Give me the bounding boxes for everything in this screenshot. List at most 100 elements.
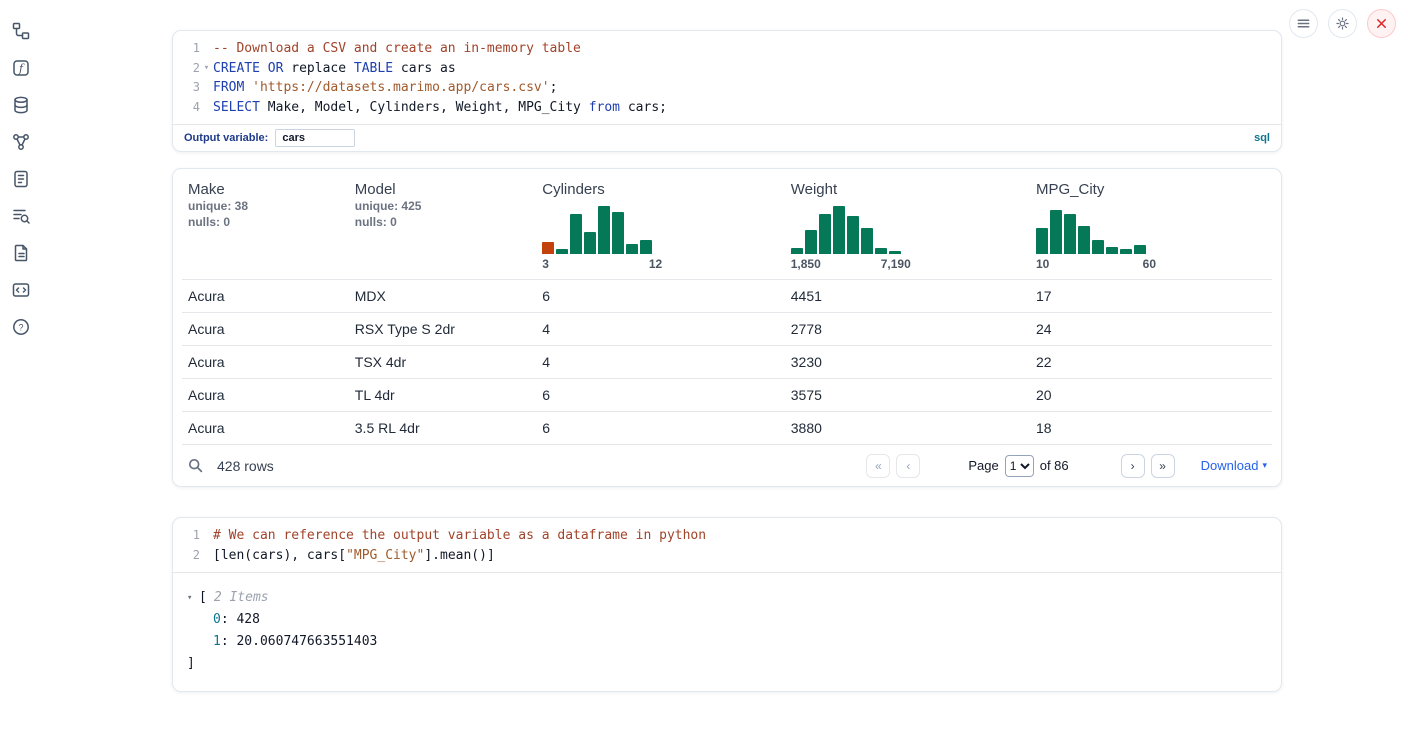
code-line[interactable]: 3FROM 'https://datasets.marimo.app/cars.… bbox=[173, 78, 1281, 98]
histogram-max-label: 12 bbox=[649, 257, 662, 271]
table-panel: Makeunique: 38nulls: 0Modelunique: 425nu… bbox=[172, 168, 1282, 487]
database-icon[interactable] bbox=[10, 94, 32, 116]
fold-marker[interactable]: ▾ bbox=[200, 59, 213, 79]
code-text: [len(cars), cars["MPG_City"].mean()] bbox=[213, 546, 495, 566]
histogram-bar[interactable] bbox=[626, 244, 638, 254]
column-name: Make bbox=[188, 181, 343, 198]
language-badge: sql bbox=[1254, 132, 1270, 144]
of-label: of 86 bbox=[1040, 458, 1069, 473]
code-line[interactable]: 2[len(cars), cars["MPG_City"].mean()] bbox=[173, 546, 1281, 566]
table-cell: 2778 bbox=[785, 313, 1030, 346]
table-row[interactable]: Acura3.5 RL 4dr6388018 bbox=[182, 412, 1272, 445]
histogram-bar[interactable] bbox=[889, 251, 901, 254]
histogram-bar[interactable] bbox=[1106, 247, 1118, 254]
histogram-bar[interactable] bbox=[1036, 228, 1048, 254]
collapse-icon[interactable]: ▾ bbox=[187, 587, 199, 609]
column-name: Model bbox=[355, 181, 530, 198]
table-cell: TSX 4dr bbox=[349, 346, 536, 379]
column-header[interactable]: Makeunique: 38nulls: 0 bbox=[182, 169, 349, 280]
table-cell: 17 bbox=[1030, 280, 1272, 313]
column-name: MPG_City bbox=[1036, 181, 1266, 198]
line-number: 1 bbox=[173, 526, 213, 546]
close-button[interactable] bbox=[1367, 9, 1396, 38]
histogram-bar[interactable] bbox=[1050, 210, 1062, 254]
scratchpad-icon[interactable] bbox=[10, 168, 32, 190]
histogram-bar[interactable] bbox=[833, 206, 845, 254]
histogram-bar[interactable] bbox=[1120, 249, 1132, 254]
histogram-bar[interactable] bbox=[861, 228, 873, 254]
histogram-bar[interactable] bbox=[1078, 226, 1090, 254]
table-cell: 22 bbox=[1030, 346, 1272, 379]
histogram-min-label: 10 bbox=[1036, 257, 1049, 271]
histogram-bar[interactable] bbox=[598, 206, 610, 254]
histogram-bar[interactable] bbox=[791, 248, 803, 254]
column-header[interactable]: Cylinders 312 bbox=[536, 169, 785, 280]
functions-icon[interactable]: f bbox=[10, 57, 32, 79]
table-row[interactable]: AcuraMDX6445117 bbox=[182, 280, 1272, 313]
prev-page-button[interactable]: ‹ bbox=[896, 454, 920, 478]
column-name: Cylinders bbox=[542, 181, 779, 198]
next-page-button[interactable]: › bbox=[1121, 454, 1145, 478]
histogram-axis-labels: 10 60 bbox=[1036, 257, 1156, 271]
column-name: Weight bbox=[791, 181, 1024, 198]
code-line[interactable]: 1-- Download a CSV and create an in-memo… bbox=[173, 39, 1281, 59]
table-cell: Acura bbox=[182, 280, 349, 313]
download-button[interactable]: Download ▾ bbox=[1201, 458, 1267, 473]
table-row[interactable]: AcuraTL 4dr6357520 bbox=[182, 379, 1272, 412]
python-code-editor[interactable]: 1# We can reference the output variable … bbox=[173, 518, 1281, 572]
histogram-bar[interactable] bbox=[1064, 214, 1076, 254]
column-header[interactable]: Weight1,8507,190 bbox=[785, 169, 1030, 280]
output-variable-input[interactable] bbox=[275, 129, 355, 147]
histogram-bar[interactable] bbox=[570, 214, 582, 254]
histogram-max-label: 60 bbox=[1143, 257, 1156, 271]
histogram-bar[interactable] bbox=[542, 242, 554, 254]
code-line[interactable]: 1# We can reference the output variable … bbox=[173, 526, 1281, 546]
histogram-bar[interactable] bbox=[1134, 245, 1146, 254]
histogram-bar[interactable] bbox=[612, 212, 624, 254]
menu-button[interactable] bbox=[1289, 9, 1318, 38]
table-row[interactable]: AcuraTSX 4dr4323022 bbox=[182, 346, 1272, 379]
download-label: Download bbox=[1201, 458, 1259, 473]
page-select[interactable]: 1 bbox=[1005, 455, 1034, 477]
last-page-button[interactable]: » bbox=[1151, 454, 1175, 478]
documentation-icon[interactable] bbox=[10, 242, 32, 264]
table-cell: 20 bbox=[1030, 379, 1272, 412]
file-tree-icon[interactable] bbox=[10, 20, 32, 42]
page-label: Page bbox=[968, 458, 998, 473]
column-header[interactable]: MPG_City 10 60 bbox=[1030, 169, 1272, 280]
tree-value: 20.060747663551403 bbox=[236, 634, 377, 649]
line-number: 2▾ bbox=[173, 59, 213, 79]
column-header[interactable]: Modelunique: 425nulls: 0 bbox=[349, 169, 536, 280]
code-line[interactable]: 4SELECT Make, Model, Cylinders, Weight, … bbox=[173, 98, 1281, 118]
table-row[interactable]: AcuraRSX Type S 2dr4277824 bbox=[182, 313, 1272, 346]
gear-icon bbox=[1335, 16, 1350, 31]
column-histogram[interactable] bbox=[542, 204, 662, 254]
histogram-axis-labels: 312 bbox=[542, 257, 662, 271]
table-cell: 3880 bbox=[785, 412, 1030, 445]
dependency-graph-icon[interactable] bbox=[10, 131, 32, 153]
histogram-bar[interactable] bbox=[819, 214, 831, 254]
items-count-label: 2 Items bbox=[214, 587, 269, 609]
column-histogram[interactable] bbox=[791, 204, 911, 254]
sql-cell: 1-- Download a CSV and create an in-memo… bbox=[172, 30, 1282, 152]
sql-code-editor[interactable]: 1-- Download a CSV and create an in-memo… bbox=[173, 31, 1281, 124]
logs-icon[interactable] bbox=[10, 205, 32, 227]
histogram-bar[interactable] bbox=[875, 248, 887, 254]
histogram-bar[interactable] bbox=[556, 249, 568, 254]
settings-button[interactable] bbox=[1328, 9, 1357, 38]
histogram-bar[interactable] bbox=[640, 240, 652, 254]
code-line[interactable]: 2▾CREATE OR replace TABLE cars as bbox=[173, 59, 1281, 79]
close-icon bbox=[1374, 16, 1389, 31]
unique-stat: unique: 425 bbox=[355, 198, 530, 214]
histogram-bar[interactable] bbox=[847, 216, 859, 254]
snippets-icon[interactable] bbox=[10, 279, 32, 301]
column-histogram[interactable] bbox=[1036, 204, 1156, 254]
help-icon[interactable]: ? bbox=[10, 316, 32, 338]
histogram-bar[interactable] bbox=[805, 230, 817, 254]
output-tree-root: ▾ [ 2 Items bbox=[187, 587, 1281, 609]
search-icon[interactable] bbox=[187, 457, 204, 474]
first-page-button[interactable]: « bbox=[866, 454, 890, 478]
chevron-down-icon: ▾ bbox=[1262, 460, 1267, 471]
histogram-bar[interactable] bbox=[1092, 240, 1104, 254]
histogram-bar[interactable] bbox=[584, 232, 596, 254]
